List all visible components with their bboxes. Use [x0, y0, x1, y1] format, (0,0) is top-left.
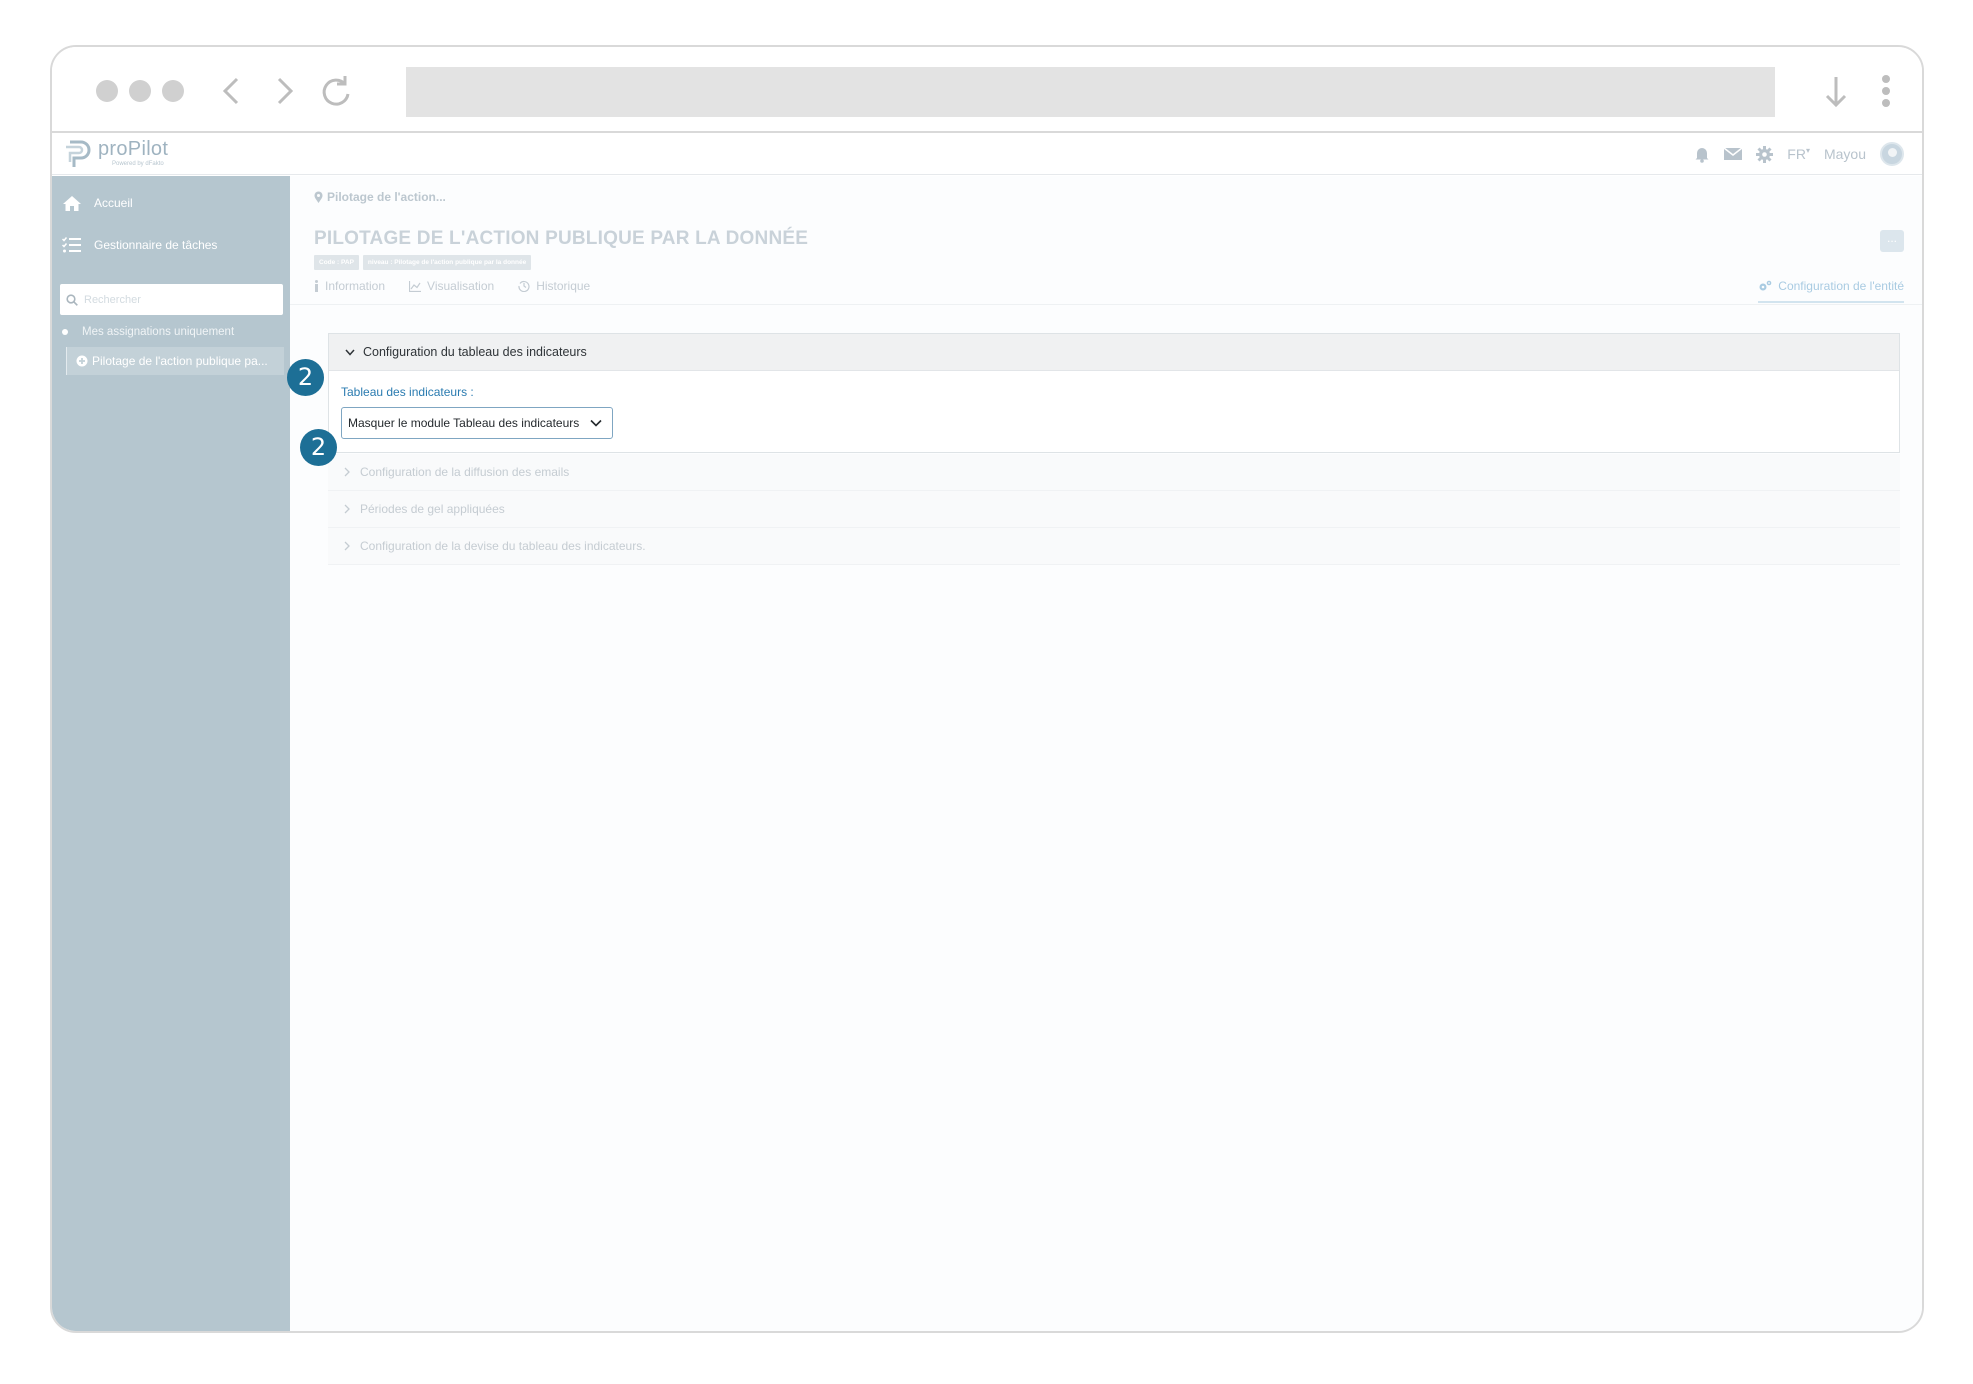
user-avatar[interactable] [1880, 142, 1904, 166]
indicator-table-label: Tableau des indicateurs : [341, 385, 474, 399]
code-tag: Code : PAP [314, 255, 359, 270]
window-dot-icon[interactable] [129, 80, 151, 102]
sidebar-search-input[interactable] [84, 293, 274, 306]
chevron-down-icon [590, 419, 602, 427]
sidebar-item-label: Accueil [94, 196, 133, 210]
reload-icon[interactable] [314, 69, 358, 113]
search-icon [66, 293, 78, 306]
panel-title: Configuration du tableau des indicateurs [363, 345, 587, 359]
entity-tags: Code : PAP niveau : Pilotage de l'action… [314, 255, 532, 270]
tab-label: Historique [536, 279, 591, 293]
tab-visualisation[interactable]: Visualisation [409, 279, 494, 293]
indicator-table-config-panel: Configuration du tableau des indicateurs… [328, 333, 1900, 453]
history-icon [518, 281, 530, 292]
mail-icon[interactable] [1724, 147, 1743, 161]
header-actions: FR▾ Mayou [1694, 141, 1904, 167]
info-icon [315, 280, 318, 292]
page-title: PILOTAGE DE L'ACTION PUBLIQUE PAR LA DON… [314, 228, 809, 249]
chevron-right-icon [344, 467, 350, 477]
language-label: FR [1787, 146, 1806, 162]
plus-circle-icon[interactable] [76, 355, 88, 367]
filter-label: Mes assignations uniquement [82, 326, 235, 338]
breadcrumb[interactable]: Pilotage de l'action... [314, 190, 446, 204]
sidebar-item-tasks[interactable]: Gestionnaire de tâches [62, 232, 217, 258]
section-label: Configuration de la devise du tableau de… [360, 539, 646, 553]
breadcrumb-label: Pilotage de l'action... [327, 190, 446, 204]
chevron-right-icon [344, 541, 350, 551]
tree-item-label: Pilotage de l'action publique pa... [92, 354, 268, 368]
sidebar-item-home[interactable]: Accueil [62, 190, 133, 216]
tab-historique[interactable]: Historique [518, 279, 590, 293]
chevron-right-icon [344, 504, 350, 514]
app-header: proPilot Powered by dFakto FR▾ Mayou [52, 133, 1922, 175]
select-value: Masquer le module Tableau des indicateur… [348, 416, 580, 430]
tabs-divider [290, 304, 1922, 305]
my-assignments-filter[interactable]: Mes assignations uniquement [62, 326, 234, 338]
tab-information[interactable]: Information [314, 279, 385, 293]
map-pin-icon [314, 191, 323, 203]
section-label: Configuration de la diffusion des emails [360, 465, 570, 479]
propilot-logo-icon [66, 140, 91, 167]
more-options-button[interactable]: ... [1880, 230, 1904, 252]
indicator-table-select[interactable]: Masquer le module Tableau des indicateur… [341, 407, 613, 439]
step-badge: 2 [300, 429, 337, 466]
tab-label: Configuration de l'entité [1778, 279, 1904, 293]
level-tag: niveau : Pilotage de l'action publique p… [362, 255, 532, 270]
brand-name: proPilot [98, 138, 169, 160]
language-selector[interactable]: FR▾ [1787, 146, 1810, 162]
home-icon [63, 195, 81, 211]
section-label: Périodes de gel appliquées [360, 502, 505, 516]
filter-radio-icon[interactable] [62, 329, 68, 335]
sidebar-search[interactable] [60, 284, 283, 315]
browser-window: proPilot Powered by dFakto FR▾ Mayou Acc… [50, 45, 1924, 1333]
browser-menu-icon[interactable] [1864, 69, 1908, 113]
forward-arrow-icon[interactable] [262, 69, 306, 113]
section-freeze-periods[interactable]: Périodes de gel appliquées [328, 491, 1900, 528]
sidebar-item-label: Gestionnaire de tâches [94, 238, 218, 252]
step-badge: 2 [287, 359, 324, 396]
brand-subtitle: Powered by dFakto [112, 161, 164, 167]
tab-configuration[interactable]: Configuration de l'entité [1758, 279, 1904, 303]
download-icon[interactable] [1814, 69, 1858, 113]
tree-item-pilotage[interactable]: Pilotage de l'action publique pa... [66, 347, 284, 375]
chevron-down-icon [345, 349, 355, 356]
section-currency-config[interactable]: Configuration de la devise du tableau de… [328, 528, 1900, 565]
main-content: Pilotage de l'action... PILOTAGE DE L'AC… [290, 176, 1922, 1331]
caret-down-icon: ▾ [1805, 146, 1810, 155]
window-dot-icon[interactable] [96, 80, 118, 102]
tab-label: Visualisation [427, 279, 495, 293]
task-list-icon [62, 237, 81, 253]
entity-tabs: Information Visualisation Historique [314, 279, 590, 293]
chart-icon [409, 280, 422, 292]
bell-icon[interactable] [1694, 146, 1710, 163]
browser-chrome [52, 47, 1922, 131]
gear-icon[interactable] [1756, 145, 1774, 163]
user-name[interactable]: Mayou [1824, 146, 1866, 162]
cogs-icon [1759, 280, 1772, 291]
panel-header[interactable]: Configuration du tableau des indicateurs [329, 334, 1899, 371]
sidebar: Accueil Gestionnaire de tâches Mes assig… [52, 176, 290, 1331]
section-email-diffusion[interactable]: Configuration de la diffusion des emails [328, 454, 1900, 491]
tab-label: Information [325, 279, 386, 293]
back-arrow-icon[interactable] [210, 69, 254, 113]
window-dot-icon[interactable] [162, 80, 184, 102]
address-bar[interactable] [406, 67, 1775, 117]
